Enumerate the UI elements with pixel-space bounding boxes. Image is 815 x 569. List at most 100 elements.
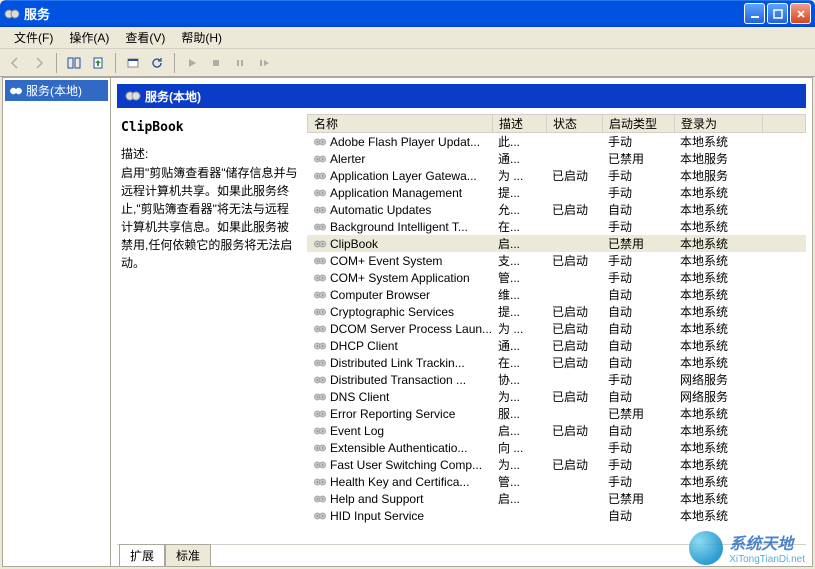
- service-row[interactable]: Distributed Link Trackin...在...已启动自动本地系统: [307, 354, 806, 371]
- cell-status: 已启动: [546, 200, 602, 219]
- cell-status: [546, 379, 602, 381]
- globe-icon: [689, 531, 723, 565]
- service-row[interactable]: Health Key and Certifica...管...手动本地系统: [307, 473, 806, 490]
- cell-name: HID Input Service: [307, 508, 492, 524]
- cell-name: Application Management: [307, 185, 492, 201]
- cell-name: Help and Support: [307, 491, 492, 507]
- panel-title: 服务(本地): [145, 88, 201, 105]
- service-row[interactable]: DHCP Client通...已启动自动本地系统: [307, 337, 806, 354]
- description-panel: ClipBook 描述: 启用"剪贴簿查看器"储存信息并与远程计算机共享。如果此…: [117, 114, 307, 544]
- close-button[interactable]: [790, 3, 811, 24]
- service-row[interactable]: HID Input Service 自动本地系统: [307, 507, 806, 524]
- cell-name: Fast User Switching Comp...: [307, 457, 492, 473]
- show-hide-tree-button[interactable]: [63, 52, 85, 74]
- service-row[interactable]: Extensible Authenticatio...向 ...手动本地系统: [307, 439, 806, 456]
- service-row[interactable]: Cryptographic Services提...已启动自动本地系统: [307, 303, 806, 320]
- cell-status: [546, 243, 602, 245]
- service-row[interactable]: Fast User Switching Comp...为...已启动手动本地系统: [307, 456, 806, 473]
- service-row[interactable]: Computer Browser维...自动本地系统: [307, 286, 806, 303]
- service-row[interactable]: Application Management提...手动本地系统: [307, 184, 806, 201]
- service-row[interactable]: Event Log启...已启动自动本地系统: [307, 422, 806, 439]
- menu-file[interactable]: 文件(F): [6, 27, 61, 48]
- cell-name: ClipBook: [307, 236, 492, 252]
- list-body[interactable]: Adobe Flash Player Updat...此...手动本地系统Ale…: [307, 133, 806, 544]
- service-row[interactable]: Automatic Updates允...已启动自动本地系统: [307, 201, 806, 218]
- cell-name: Distributed Link Trackin...: [307, 355, 492, 371]
- service-row[interactable]: Error Reporting Service服...已禁用本地系统: [307, 405, 806, 422]
- cell-status: [546, 498, 602, 500]
- watermark: 系统天地 XiTongTianDi.net: [689, 530, 805, 565]
- service-row[interactable]: ClipBook启...已禁用本地系统: [307, 235, 806, 252]
- start-service-button: [181, 52, 203, 74]
- forward-button: [28, 52, 50, 74]
- menu-action[interactable]: 操作(A): [61, 27, 117, 48]
- cell-name: Alerter: [307, 151, 492, 167]
- cell-status: 已启动: [546, 166, 602, 185]
- col-header-status[interactable]: 状态: [547, 115, 603, 132]
- col-header-desc[interactable]: 描述: [493, 115, 547, 132]
- service-row[interactable]: DCOM Server Process Laun...为 ...已启动自动本地系…: [307, 320, 806, 337]
- cell-name: Extensible Authenticatio...: [307, 440, 492, 456]
- cell-status: [546, 294, 602, 296]
- cell-status: [546, 158, 602, 160]
- service-row[interactable]: COM+ Event System支...已启动手动本地系统: [307, 252, 806, 269]
- tree-panel: 服务(本地): [3, 78, 111, 566]
- export-list-button[interactable]: [87, 52, 109, 74]
- pause-service-button: [229, 52, 251, 74]
- stop-service-button: [205, 52, 227, 74]
- service-row[interactable]: DNS Client为...已启动自动网络服务: [307, 388, 806, 405]
- service-row[interactable]: Help and Support启...已禁用本地系统: [307, 490, 806, 507]
- cell-name: COM+ Event System: [307, 253, 492, 269]
- back-button: [4, 52, 26, 74]
- menubar: 文件(F) 操作(A) 查看(V) 帮助(H): [0, 27, 815, 49]
- cell-desc: 启...: [492, 489, 546, 508]
- service-row[interactable]: Background Intelligent T...在...手动本地系统: [307, 218, 806, 235]
- cell-status: [546, 277, 602, 279]
- cell-status: 已启动: [546, 251, 602, 270]
- service-row[interactable]: Application Layer Gatewa...为 ...已启动手动本地服…: [307, 167, 806, 184]
- minimize-button[interactable]: [744, 3, 765, 24]
- cell-status: [546, 141, 602, 143]
- cell-name: Automatic Updates: [307, 202, 492, 218]
- cell-name: COM+ System Application: [307, 270, 492, 286]
- properties-button[interactable]: [122, 52, 144, 74]
- tree-root-label: 服务(本地): [26, 82, 82, 99]
- cell-desc: [492, 515, 546, 517]
- window-controls: [744, 3, 811, 24]
- col-header-name[interactable]: 名称: [308, 115, 493, 132]
- cell-status: [546, 481, 602, 483]
- description-text: 启用"剪贴簿查看器"储存信息并与远程计算机共享。如果此服务终止,"剪贴簿查看器"…: [121, 164, 299, 272]
- panel-header: 服务(本地): [117, 84, 806, 108]
- service-row[interactable]: Alerter通...已禁用本地服务: [307, 150, 806, 167]
- cell-status: 已启动: [546, 387, 602, 406]
- watermark-text: 系统天地: [729, 536, 793, 553]
- cell-name: Event Log: [307, 423, 492, 439]
- col-header-startup[interactable]: 启动类型: [603, 115, 675, 132]
- toolbar: [0, 49, 815, 77]
- cell-name: DNS Client: [307, 389, 492, 405]
- cell-name: Health Key and Certifica...: [307, 474, 492, 490]
- services-list: 名称 描述 状态 启动类型 登录为 Adobe Flash Player Upd…: [307, 114, 806, 544]
- cell-name: DCOM Server Process Laun...: [307, 321, 492, 337]
- menu-help[interactable]: 帮助(H): [173, 27, 230, 48]
- gears-icon: [9, 84, 23, 98]
- service-row[interactable]: Distributed Transaction ...协...手动网络服务: [307, 371, 806, 388]
- col-header-logon[interactable]: 登录为: [675, 115, 763, 132]
- refresh-button[interactable]: [146, 52, 168, 74]
- menu-view[interactable]: 查看(V): [117, 27, 173, 48]
- cell-logon: 本地系统: [674, 506, 762, 525]
- app-icon: [4, 6, 20, 22]
- service-row[interactable]: COM+ System Application管...手动本地系统: [307, 269, 806, 286]
- cell-name: DHCP Client: [307, 338, 492, 354]
- cell-status: 已启动: [546, 353, 602, 372]
- cell-startup: 自动: [602, 506, 674, 525]
- tab-extended[interactable]: 扩展: [119, 544, 165, 566]
- maximize-button[interactable]: [767, 3, 788, 24]
- cell-name: Distributed Transaction ...: [307, 372, 492, 388]
- titlebar: 服务: [0, 0, 815, 27]
- cell-status: [546, 447, 602, 449]
- restart-service-button: [253, 52, 275, 74]
- tree-root-services-local[interactable]: 服务(本地): [5, 80, 108, 101]
- tab-standard[interactable]: 标准: [165, 544, 211, 566]
- service-row[interactable]: Adobe Flash Player Updat...此...手动本地系统: [307, 133, 806, 150]
